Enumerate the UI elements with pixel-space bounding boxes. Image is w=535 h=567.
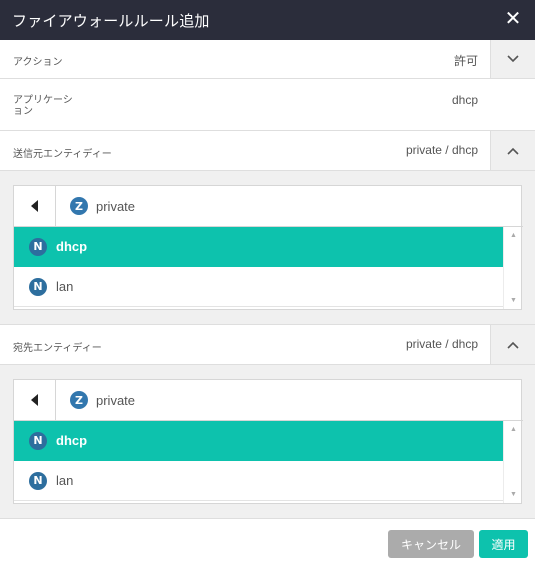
destination-breadcrumb[interactable]: Z private (70, 391, 135, 409)
chevron-down-icon (507, 55, 519, 63)
network-badge-icon: N (29, 237, 47, 256)
application-value: dhcp (451, 93, 478, 107)
apply-button[interactable]: 適用 (479, 530, 528, 558)
dialog-title: ファイアウォールルール追加 (12, 13, 210, 30)
list-item-lan[interactable]: N lan (14, 267, 504, 307)
back-button[interactable] (14, 186, 56, 226)
destination-picker-nav: Z private (14, 380, 523, 421)
source-picker: Z private N dhcp N lan ▲ ▼ (13, 185, 523, 310)
chevron-up-icon (507, 341, 519, 349)
scroll-down-icon[interactable]: ▼ (510, 297, 517, 304)
caret-left-icon (30, 200, 38, 212)
close-icon[interactable]: ✕ (501, 7, 525, 31)
application-label: アプリケーシ ョン (13, 95, 73, 117)
destination-entity-list: N dhcp N lan (14, 421, 504, 501)
action-value: 許可 (453, 54, 478, 68)
source-entity-row[interactable]: 送信元エンティディー private / dhcp (0, 131, 535, 171)
destination-entity-value: private / dhcp (405, 337, 478, 351)
list-item-dhcp[interactable]: N dhcp (14, 227, 504, 267)
source-entity-list: N dhcp N lan (14, 227, 504, 307)
network-badge-icon: N (29, 277, 47, 296)
action-label: アクション (13, 57, 63, 68)
source-breadcrumb[interactable]: Z private (70, 197, 135, 215)
scroll-down-icon[interactable]: ▼ (510, 491, 517, 498)
dialog-footer: キャンセル 適用 (0, 519, 535, 567)
list-item-dhcp[interactable]: N dhcp (14, 421, 504, 461)
source-picker-nav: Z private (14, 186, 523, 227)
action-dropdown-button[interactable] (490, 40, 535, 78)
destination-scrollbar[interactable]: ▲ ▼ (503, 421, 521, 503)
application-label-line2: ョン (13, 106, 33, 117)
network-badge-icon: N (29, 431, 47, 450)
cancel-button[interactable]: キャンセル (388, 530, 474, 558)
source-entity-label: 送信元エンティディー (13, 149, 112, 160)
list-item-label: dhcp (56, 239, 88, 254)
list-item-label: lan (56, 473, 74, 488)
chevron-up-icon (507, 147, 519, 155)
destination-picker: Z private N dhcp N lan ▲ ▼ (13, 379, 523, 504)
scroll-up-icon[interactable]: ▲ (510, 426, 517, 433)
list-item-label: lan (56, 279, 74, 294)
action-row[interactable]: アクション 許可 (0, 40, 535, 79)
list-item-label: dhcp (56, 433, 88, 448)
source-entity-value: private / dhcp (405, 143, 478, 157)
destination-picker-area: Z private N dhcp N lan ▲ ▼ (0, 365, 535, 519)
network-badge-icon: N (29, 471, 47, 490)
caret-left-icon (30, 394, 38, 406)
destination-entity-row[interactable]: 宛先エンティディー private / dhcp (0, 325, 535, 365)
zone-badge-icon: Z (70, 391, 88, 409)
source-scrollbar[interactable]: ▲ ▼ (503, 227, 521, 309)
dialog-titlebar: ファイアウォールルール追加 ✕ (0, 0, 535, 40)
scroll-up-icon[interactable]: ▲ (510, 232, 517, 239)
destination-collapse-button[interactable] (490, 325, 535, 364)
destination-entity-label: 宛先エンティディー (13, 343, 102, 354)
back-button[interactable] (14, 380, 56, 420)
source-picker-area: Z private N dhcp N lan ▲ ▼ (0, 171, 535, 325)
destination-breadcrumb-label: private (96, 392, 136, 408)
zone-badge-icon: Z (70, 197, 88, 215)
list-item-lan[interactable]: N lan (14, 461, 504, 501)
application-row: アプリケーシ ョン dhcp (0, 79, 535, 131)
source-breadcrumb-label: private (96, 198, 136, 214)
application-label-line1: アプリケーシ (13, 95, 73, 106)
source-collapse-button[interactable] (490, 131, 535, 170)
